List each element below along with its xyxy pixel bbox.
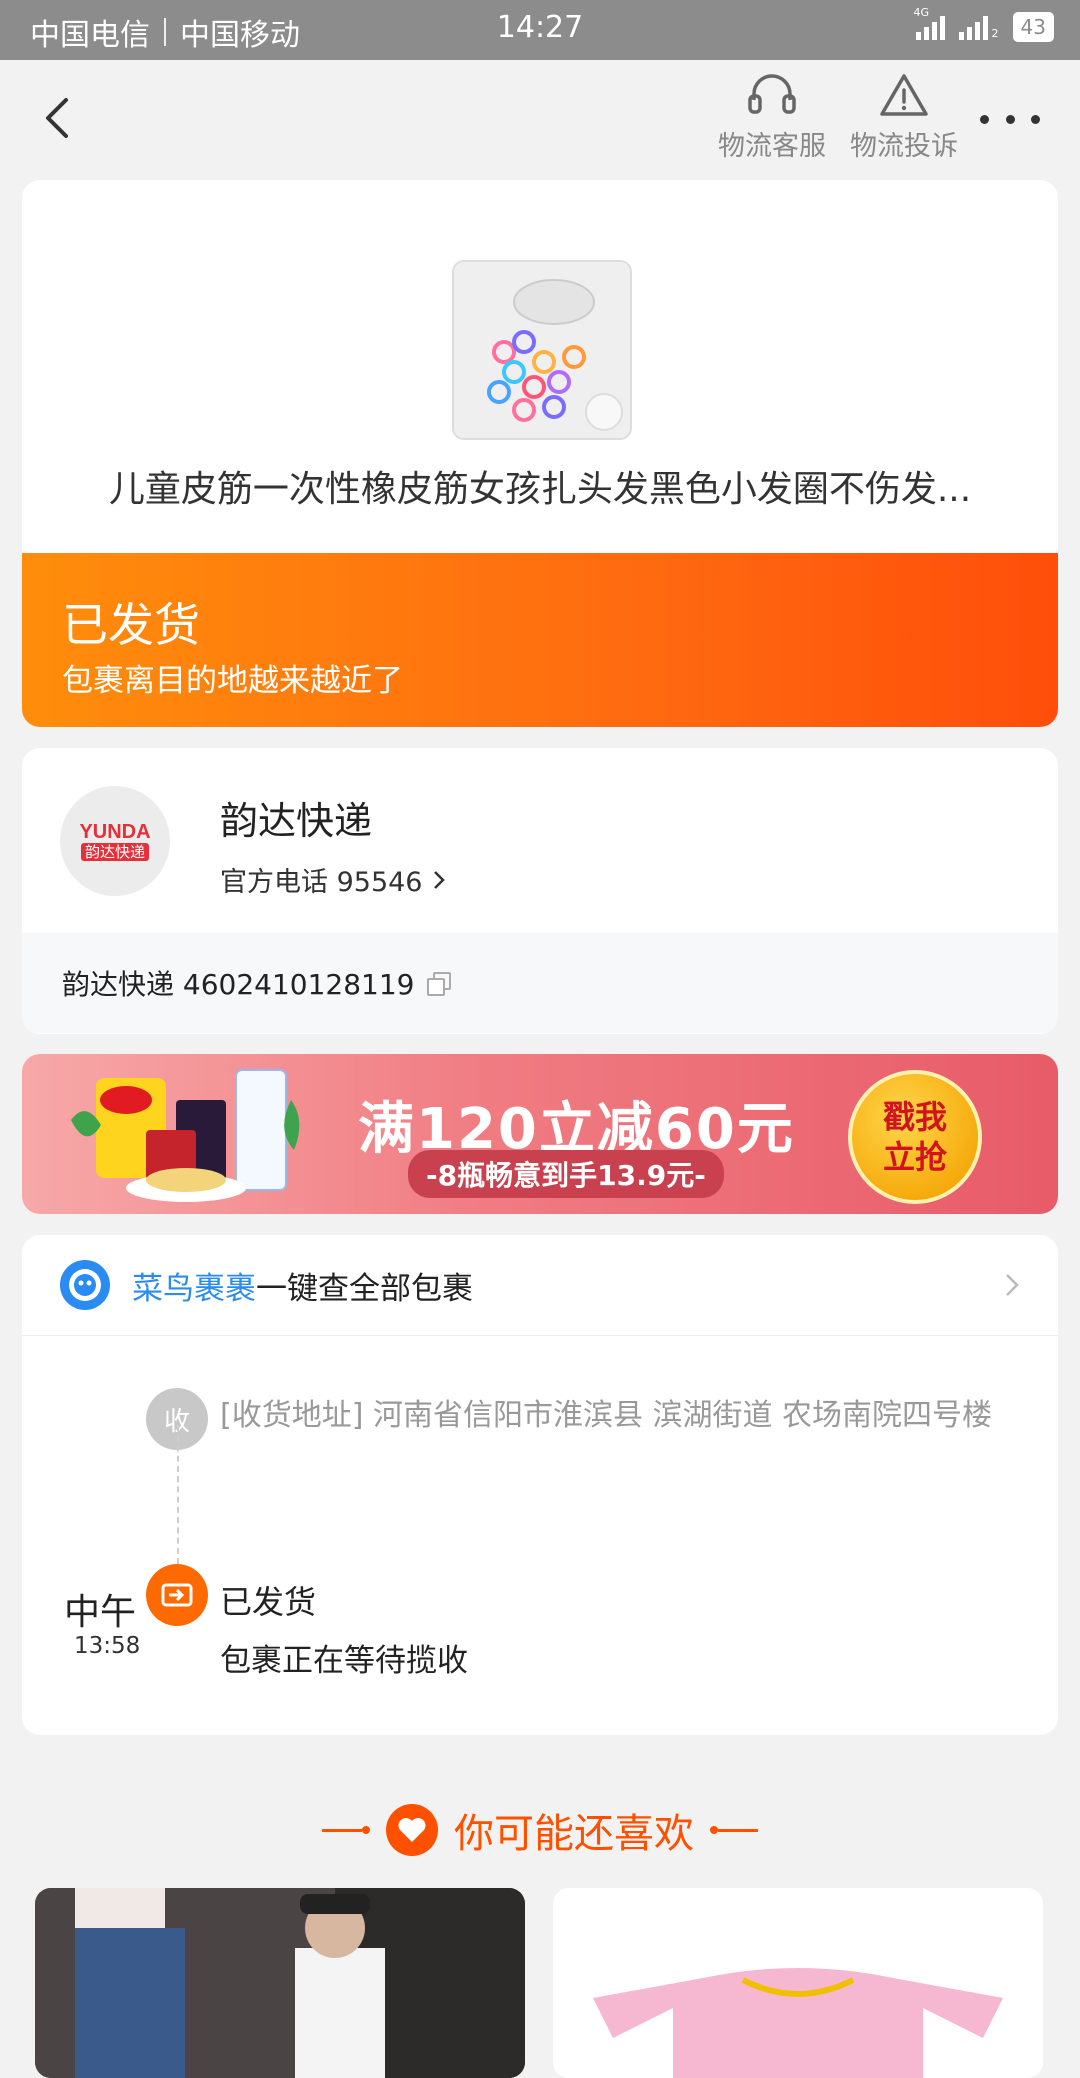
product-image <box>454 262 630 438</box>
cainiao-brand: 菜鸟裹裹 <box>132 1270 256 1307</box>
more-menu-button[interactable] <box>980 104 1040 134</box>
event-status: 已发货 <box>220 1583 317 1621</box>
event-description: 包裹正在等待揽收 <box>220 1643 468 1679</box>
status-icons: 4G 2 43 <box>914 6 1054 42</box>
tracking-number: 韵达快递 4602410128119 <box>62 968 415 1001</box>
delivery-address: [收货地址] 河南省信阳市淮滨县 滨湖街道 农场南院四号楼 <box>220 1398 993 1433</box>
courier-logo-text: YUNDA <box>79 821 151 843</box>
chevron-right-icon <box>1006 1274 1019 1296</box>
courier-name: 韵达快递 <box>220 799 373 843</box>
tshirt-product-image <box>553 1888 1043 2078</box>
recommend-item-tshirt[interactable] <box>553 1888 1043 2078</box>
logistics-service-button[interactable]: 物流客服 <box>707 70 837 163</box>
courier-logo: YUNDA 韵达快递 <box>60 786 170 896</box>
back-button[interactable] <box>40 88 90 148</box>
cainiao-text: 菜鸟裹裹一键查全部包裹 <box>132 1263 473 1308</box>
cainiao-entry[interactable]: 菜鸟裹裹一键查全部包裹 <box>22 1235 1058 1336</box>
promo-subline: -8瓶畅意到手13.9元- <box>408 1150 724 1198</box>
promo-grab-button[interactable]: 戳我立抢 <box>848 1070 982 1204</box>
courier-logo-cn: 韵达快递 <box>80 843 149 861</box>
courier-phone-link[interactable]: 官方电话 95546 <box>220 860 446 899</box>
shipping-status: 已发货 <box>62 598 200 652</box>
event-time: 13:58 <box>74 1633 141 1659</box>
shipped-icon <box>146 1564 208 1626</box>
sim2-label: 2 <box>991 27 999 40</box>
cainiao-logo-icon <box>60 1260 110 1310</box>
shipping-subtitle: 包裹离目的地越来越近了 <box>62 663 403 699</box>
headset-icon <box>748 74 796 114</box>
promo-banner[interactable]: 满120立减60元 -8瓶畅意到手13.9元- 戳我立抢 <box>22 1054 1058 1214</box>
product-thumbnail[interactable] <box>452 260 632 440</box>
nav-bar: 物流客服 物流投诉 <box>0 60 1080 180</box>
chevron-right-icon <box>434 870 446 889</box>
shipment-card: 儿童皮筋一次性橡皮筋女孩扎头发黑色小发圈不伤发... 已发货 包裹离目的地越来越… <box>22 180 1058 727</box>
signal-4g-icon: 4G <box>914 6 945 40</box>
network-type-label: 4G <box>913 6 930 19</box>
courier-phone-label: 官方电话 95546 <box>220 867 423 898</box>
courier-card: YUNDA 韵达快递 韵达快递 官方电话 95546 韵达快递 46024101… <box>22 748 1058 1034</box>
logistics-service-label: 物流客服 <box>718 131 826 162</box>
recommend-item-jeans[interactable] <box>35 1888 525 2078</box>
product-title[interactable]: 儿童皮筋一次性橡皮筋女孩扎头发黑色小发圈不伤发... <box>22 460 1058 512</box>
decor-right <box>710 1826 758 1834</box>
tracking-timeline-card: 菜鸟裹裹一键查全部包裹 收 [收货地址] 河南省信阳市淮滨县 滨湖街道 农场南院… <box>22 1235 1058 1735</box>
battery-icon: 43 <box>1012 12 1054 42</box>
copy-icon[interactable] <box>426 972 451 996</box>
recommend-header: 你可能还喜欢 <box>0 1800 1080 1860</box>
signal-sim2-icon: 2 <box>958 14 999 40</box>
jeans-product-image <box>35 1888 525 2078</box>
decor-left <box>322 1826 370 1834</box>
tracking-row: 韵达快递 4602410128119 <box>22 933 1058 1033</box>
back-arrow-icon <box>46 98 68 138</box>
shipping-status-banner: 已发货 包裹离目的地越来越近了 <box>22 553 1058 727</box>
warning-icon <box>880 74 928 116</box>
logistics-complaint-label: 物流投诉 <box>850 131 958 162</box>
logistics-complaint-button[interactable]: 物流投诉 <box>839 70 969 163</box>
promo-grab-label: 戳我立抢 <box>882 1098 947 1176</box>
heart-icon <box>386 1804 438 1856</box>
recommend-title: 你可能还喜欢 <box>454 1811 694 1857</box>
status-bar: 中国电信 中国移动 14:27 4G 2 43 <box>0 0 1080 60</box>
cainiao-desc: 一键查全部包裹 <box>256 1270 473 1307</box>
snack-products-image <box>71 1069 300 1202</box>
event-time-label: 中午 <box>64 1592 137 1633</box>
